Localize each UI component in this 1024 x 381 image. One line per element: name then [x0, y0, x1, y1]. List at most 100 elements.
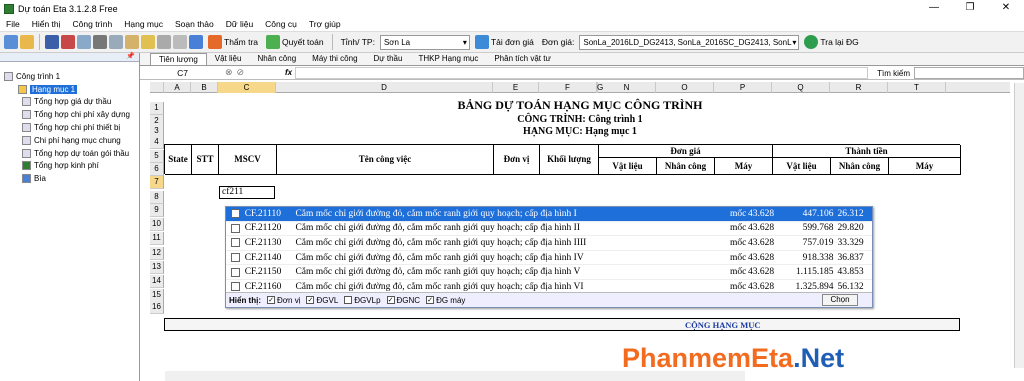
menu-file[interactable]: File: [0, 19, 26, 29]
lookup-row[interactable]: CF.21120 Cắm mốc chỉ giới đường đỏ, cắm m…: [226, 222, 872, 237]
tree-item-report[interactable]: Tổng hợp dự toán gói thầu: [0, 147, 139, 160]
paste-icon[interactable]: [125, 35, 139, 49]
menu-data[interactable]: Dữ liệu: [220, 19, 259, 29]
tab-thkp[interactable]: THKP Hạng mục: [410, 53, 486, 65]
option-unit[interactable]: ✓ Đơn vị: [267, 296, 300, 305]
fx-icon[interactable]: fx: [285, 68, 292, 77]
row-number[interactable]: 10: [150, 218, 164, 231]
tree-item-hang-muc[interactable]: Hạng mục 1: [0, 83, 139, 96]
row-number[interactable]: 7: [150, 176, 164, 189]
tree-item-report[interactable]: Tổng hợp chi phí thiết bị: [0, 121, 139, 134]
search-input[interactable]: [914, 67, 1024, 79]
tab-vat-lieu[interactable]: Vật liệu: [207, 53, 250, 65]
checkbox-icon[interactable]: [231, 223, 240, 233]
cut-icon[interactable]: [93, 35, 107, 49]
row-number[interactable]: 13: [150, 261, 164, 274]
column-header[interactable]: R: [830, 82, 888, 93]
new-icon[interactable]: [4, 35, 18, 49]
choose-button[interactable]: Chọn: [822, 294, 858, 306]
option-dgvlp[interactable]: ĐGVLp: [344, 296, 381, 305]
export-icon[interactable]: [61, 35, 75, 49]
row-number[interactable]: 16: [150, 301, 164, 314]
minimize-button[interactable]: —: [916, 0, 952, 17]
tree-item-project[interactable]: Công trình 1: [0, 70, 139, 83]
load-price-button[interactable]: Tải đơn giá: [472, 35, 537, 49]
row-number[interactable]: 11: [150, 232, 164, 245]
row-number[interactable]: 6: [150, 163, 164, 176]
checkbox-icon[interactable]: [231, 238, 240, 248]
format-brush-icon[interactable]: [141, 35, 155, 49]
close-button[interactable]: ✕: [988, 0, 1024, 17]
cell-editor[interactable]: cf211: [219, 186, 275, 199]
column-header[interactable]: T: [888, 82, 946, 93]
column-header[interactable]: A: [164, 82, 191, 93]
menu-view[interactable]: Hiển thị: [26, 19, 67, 29]
row-number[interactable]: 4: [150, 136, 164, 149]
tree-item-report[interactable]: Tổng hợp chi phí xây dựng: [0, 108, 139, 121]
column-header[interactable]: O: [656, 82, 714, 93]
column-header[interactable]: C: [218, 82, 276, 93]
maximize-button[interactable]: ❐: [952, 0, 988, 17]
option-dgnc[interactable]: ✓ ĐGNC: [386, 296, 420, 305]
tab-du-thau[interactable]: Dự thầu: [366, 53, 411, 65]
vertical-scrollbar[interactable]: [1014, 83, 1024, 368]
row-number[interactable]: 5: [150, 150, 164, 163]
menu-help[interactable]: Trợ giúp: [303, 19, 347, 29]
tab-phan-tich[interactable]: Phân tích vật tư: [486, 53, 559, 65]
menu-item[interactable]: Hạng mục: [118, 19, 169, 29]
tab-tien-luong[interactable]: Tiên lượng: [150, 53, 207, 65]
column-header[interactable]: P: [714, 82, 772, 93]
tree-item-cover[interactable]: Bìa: [0, 172, 139, 185]
tab-may-thi-cong[interactable]: Máy thi công: [304, 53, 365, 65]
column-header[interactable]: F: [539, 82, 597, 93]
redo-icon[interactable]: [173, 35, 187, 49]
lookup-unit: mốc: [729, 208, 747, 219]
lookup-row[interactable]: CF.21140 Cắm mốc chỉ giới đường đỏ, cắm m…: [226, 251, 872, 266]
undo-icon[interactable]: [157, 35, 171, 49]
cancel-icon[interactable]: ⊗: [225, 67, 233, 78]
tab-nhan-cong[interactable]: Nhân công: [249, 53, 304, 65]
menu-project[interactable]: Công trình: [67, 19, 119, 29]
tham-tra-button[interactable]: Thẩm tra: [205, 35, 261, 49]
row-number[interactable]: 9: [150, 204, 164, 217]
tree-item-report[interactable]: Tổng hợp giá dự thầu: [0, 96, 139, 109]
save-icon[interactable]: [45, 35, 59, 49]
tree-item-report[interactable]: Chi phí hạng mục chung: [0, 134, 139, 147]
option-dgvl[interactable]: ✓ ĐGVL: [306, 296, 338, 305]
column-header[interactable]: B: [191, 82, 218, 93]
print-preview-icon[interactable]: [77, 35, 91, 49]
confirm-icon[interactable]: ⊘: [237, 67, 245, 78]
column-header[interactable]: N: [598, 82, 656, 93]
open-folder-icon[interactable]: [20, 35, 34, 49]
quyet-toan-button[interactable]: Quyết toán: [263, 35, 327, 49]
header-tt-may: Máy: [889, 158, 961, 175]
checkbox-icon[interactable]: [231, 209, 240, 219]
province-select[interactable]: Sơn La: [379, 34, 470, 50]
pin-icon[interactable]: 📌: [0, 53, 139, 62]
lookup-name: Cắm mốc chỉ giới đường đỏ, cắm mốc ranh …: [295, 223, 581, 234]
lookup-row[interactable]: CF.21150 Cắm mốc chỉ giới đường đỏ, cắm m…: [226, 265, 872, 280]
formula-input[interactable]: [295, 66, 869, 79]
column-header[interactable]: Q: [772, 82, 830, 93]
column-header[interactable]: E: [493, 82, 539, 93]
re-lookup-button[interactable]: Tra lại ĐG: [801, 35, 861, 49]
price-select[interactable]: SonLa_2016LD_DG2413, SonLa_2016SC_DG2413…: [579, 34, 800, 50]
row-number[interactable]: 12: [150, 247, 164, 260]
forward-icon[interactable]: [189, 35, 203, 49]
tree-item-report[interactable]: Tổng hợp kinh phí: [0, 160, 139, 173]
row-number[interactable]: 8: [150, 191, 164, 204]
column-header[interactable]: D: [276, 82, 493, 93]
copy-icon[interactable]: [109, 35, 123, 49]
option-dgmay[interactable]: ✓ ĐG máy: [426, 296, 465, 305]
checkbox-icon[interactable]: [231, 267, 240, 277]
checkbox-icon[interactable]: [231, 253, 240, 263]
spreadsheet[interactable]: A B C D E F G N O P Q R T: [150, 82, 1010, 93]
lookup-row[interactable]: CF.21110 Cắm mốc chỉ giới đường đỏ, cắm m…: [226, 207, 872, 222]
lookup-name: Cắm mốc chỉ giới đường đỏ, cắm mốc ranh …: [295, 267, 581, 278]
checkbox-icon[interactable]: [231, 282, 240, 292]
menu-tools[interactable]: Công cụ: [259, 19, 303, 29]
lookup-row[interactable]: CF.21130 Cắm mốc chỉ giới đường đỏ, cắm m…: [226, 236, 872, 251]
cell-reference[interactable]: C7: [140, 68, 225, 78]
menu-edit[interactable]: Soạn thảo: [169, 19, 220, 29]
row-number[interactable]: 14: [150, 275, 164, 288]
